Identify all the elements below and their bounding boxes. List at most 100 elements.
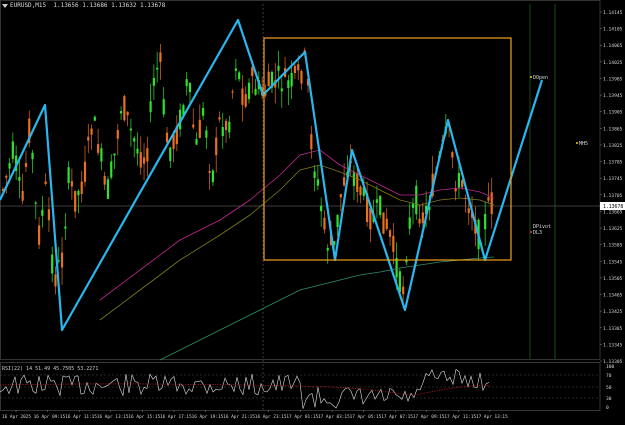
candle-body bbox=[90, 128, 93, 135]
candle-body bbox=[106, 179, 110, 199]
candle-body bbox=[165, 132, 169, 143]
candle-body bbox=[185, 79, 188, 87]
price-label: 1.13625 bbox=[603, 226, 623, 232]
time-label: 16 Apr 09:15 bbox=[34, 414, 66, 420]
candle-body bbox=[37, 225, 41, 245]
candle-body bbox=[142, 157, 146, 164]
candle-body bbox=[136, 148, 139, 154]
time-label: 17 Apr 03:15 bbox=[318, 414, 350, 420]
time-label: 16 Apr 19:15 bbox=[192, 414, 224, 420]
time-label: 16 Apr 11:15 bbox=[65, 414, 97, 420]
price-label: 1.13345 bbox=[603, 342, 623, 348]
candle-body bbox=[97, 144, 100, 153]
price-label: 1.13985 bbox=[603, 76, 623, 82]
candle-body bbox=[238, 72, 241, 80]
candle-body bbox=[21, 190, 24, 201]
sub-axis-label: 0 bbox=[606, 405, 609, 411]
candle-body bbox=[241, 88, 244, 105]
rsi-signal-line bbox=[0, 383, 491, 396]
candle-body bbox=[67, 167, 70, 184]
time-label: 16 Apr 2025 bbox=[2, 414, 31, 420]
candle-body bbox=[215, 137, 218, 156]
level-annotations: DOpenMH5DPivotDL3 bbox=[530, 75, 588, 236]
candle-body bbox=[388, 230, 392, 237]
candle-body bbox=[100, 148, 103, 162]
candle-body bbox=[31, 152, 34, 160]
candle-body bbox=[87, 136, 90, 141]
price-label: 1.13865 bbox=[603, 126, 623, 132]
dl3-dot bbox=[530, 231, 532, 233]
price-label: 1.13545 bbox=[603, 259, 623, 265]
candle-body bbox=[411, 203, 415, 208]
candle-body bbox=[133, 138, 136, 142]
price-label: 1.14145 bbox=[603, 10, 623, 16]
dropdown-triangle-icon[interactable] bbox=[2, 3, 8, 8]
chart-window[interactable]: DOpen MH5 DPivot DL3 100 70 50 30 0 1.14145 1.14… bbox=[0, 0, 625, 421]
candle-body bbox=[198, 119, 201, 138]
grid-layer bbox=[0, 0, 601, 411]
candle-body bbox=[231, 91, 234, 93]
ma-olive bbox=[99, 164, 495, 321]
candle-body bbox=[139, 152, 142, 168]
price-label: 1.13945 bbox=[603, 93, 623, 99]
candle-body bbox=[5, 175, 8, 178]
mh5-dot bbox=[576, 142, 578, 144]
candle-body bbox=[415, 185, 418, 215]
dopen-dot bbox=[530, 76, 532, 78]
candle-body bbox=[113, 153, 116, 156]
candles-layer bbox=[1, 44, 493, 309]
price-label: 1.13505 bbox=[603, 276, 623, 282]
candle-body bbox=[313, 171, 316, 178]
candle-body bbox=[293, 66, 297, 74]
candle-body bbox=[83, 161, 87, 182]
price-label: 1.13705 bbox=[603, 193, 623, 199]
symbol-info: EURUSD,M15 1.13656 1.13686 1.13632 1.136… bbox=[2, 2, 165, 9]
chart-canvas[interactable]: DOpenMH5DPivotDL3 1007050300 1.141451.14… bbox=[0, 0, 625, 421]
candle-body bbox=[267, 71, 270, 87]
candle-body bbox=[188, 82, 192, 93]
zigzag-line bbox=[0, 18, 544, 332]
candle-body bbox=[64, 226, 67, 229]
candle-body bbox=[224, 120, 228, 131]
candle-body bbox=[116, 130, 119, 139]
time-label: 16 Apr 17:15 bbox=[160, 414, 192, 420]
price-axis[interactable]: 1.14145 1.14105 1.14065 1.14025 1.13985 1.139… bbox=[600, 10, 625, 365]
current-price-label: 1.13678 bbox=[603, 204, 623, 210]
candle-body bbox=[162, 99, 165, 115]
candle-body bbox=[103, 175, 106, 185]
candle-body bbox=[402, 286, 405, 295]
candle-body bbox=[356, 173, 359, 192]
candle-body bbox=[484, 214, 487, 230]
candle-body bbox=[310, 134, 313, 150]
rsi-line bbox=[0, 368, 490, 409]
candle-body bbox=[244, 94, 247, 107]
candle-body bbox=[156, 67, 159, 70]
candle-body bbox=[74, 190, 77, 212]
indicator-label: RSI(22) 14 51.49 45.7505 53.2271 bbox=[2, 366, 99, 372]
candle-body bbox=[11, 141, 14, 159]
candle-body bbox=[323, 217, 326, 230]
price-label: 1.13385 bbox=[603, 326, 623, 332]
candle-body bbox=[418, 218, 421, 224]
candle-body bbox=[487, 197, 490, 201]
candle-body bbox=[280, 88, 283, 92]
candle-body bbox=[277, 65, 280, 71]
price-label: 1.13465 bbox=[603, 293, 623, 299]
candle-body bbox=[297, 64, 300, 71]
candle-body bbox=[169, 147, 172, 161]
price-label: 1.14025 bbox=[603, 60, 623, 66]
price-label: 1.14065 bbox=[603, 43, 623, 49]
candle-body bbox=[18, 177, 21, 181]
candle-body bbox=[326, 247, 329, 251]
candle-body bbox=[70, 181, 73, 187]
candle-body bbox=[192, 124, 195, 128]
time-label: 16 Apr 23:15 bbox=[255, 414, 287, 420]
candle-body bbox=[408, 217, 411, 229]
sub-axis-label: 50 bbox=[606, 385, 612, 391]
candle-body bbox=[461, 180, 464, 188]
candle-body bbox=[382, 212, 385, 234]
candle-body bbox=[54, 274, 57, 287]
candle-body bbox=[93, 116, 96, 121]
candle-body bbox=[129, 128, 133, 131]
time-label: 17 Apr 07:15 bbox=[381, 414, 413, 420]
